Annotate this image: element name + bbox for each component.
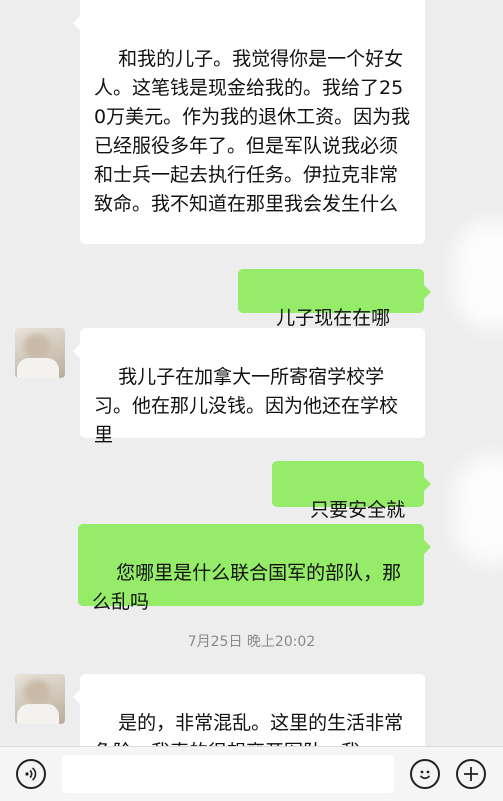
message-bubble-sent[interactable]: 只要安全就好 bbox=[272, 461, 431, 550]
message-bubble-sent[interactable]: 儿子现在在哪里？ bbox=[238, 269, 431, 358]
edge-blur bbox=[453, 220, 503, 330]
voice-icon[interactable] bbox=[16, 759, 46, 789]
message-text: 我儿子在加拿大一所寄宿学校学习。他在那儿没钱。因为他还在学校里 bbox=[94, 366, 399, 446]
message-input[interactable] bbox=[62, 755, 394, 793]
message-text: 和我的儿子。我觉得你是一个好女人。这笔钱是现金给我的。我给了250万美元。作为我… bbox=[94, 48, 411, 215]
message-timestamp: 7月25日 晚上20:02 bbox=[187, 634, 316, 650]
plus-icon[interactable] bbox=[456, 759, 486, 789]
message-bubble-received[interactable]: 是的，非常混乱。这里的生活非常危险。我真的很想离开军队。我 bbox=[73, 674, 425, 746]
input-bar bbox=[0, 746, 503, 801]
avatar[interactable] bbox=[15, 328, 65, 378]
avatar[interactable] bbox=[15, 674, 65, 724]
chat-area: 和我的儿子。我觉得你是一个好女人。这笔钱是现金给我的。我给了250万美元。作为我… bbox=[0, 0, 503, 746]
message-text: 是的，非常混乱。这里的生活非常危险。我真的很想离开军队。我 bbox=[94, 712, 404, 746]
message-text: 您哪里是什么联合国军的部队，那么乱吗 bbox=[92, 562, 402, 613]
message-bubble-sent[interactable]: 您哪里是什么联合国军的部队，那么乱吗 bbox=[78, 524, 431, 613]
emoji-icon[interactable] bbox=[410, 759, 440, 789]
message-bubble-received[interactable]: 和我的儿子。我觉得你是一个好女人。这笔钱是现金给我的。我给了250万美元。作为我… bbox=[73, 0, 425, 244]
message-bubble-received[interactable]: 我儿子在加拿大一所寄宿学校学习。他在那儿没钱。因为他还在学校里 bbox=[73, 328, 425, 446]
edge-blur bbox=[453, 455, 503, 565]
